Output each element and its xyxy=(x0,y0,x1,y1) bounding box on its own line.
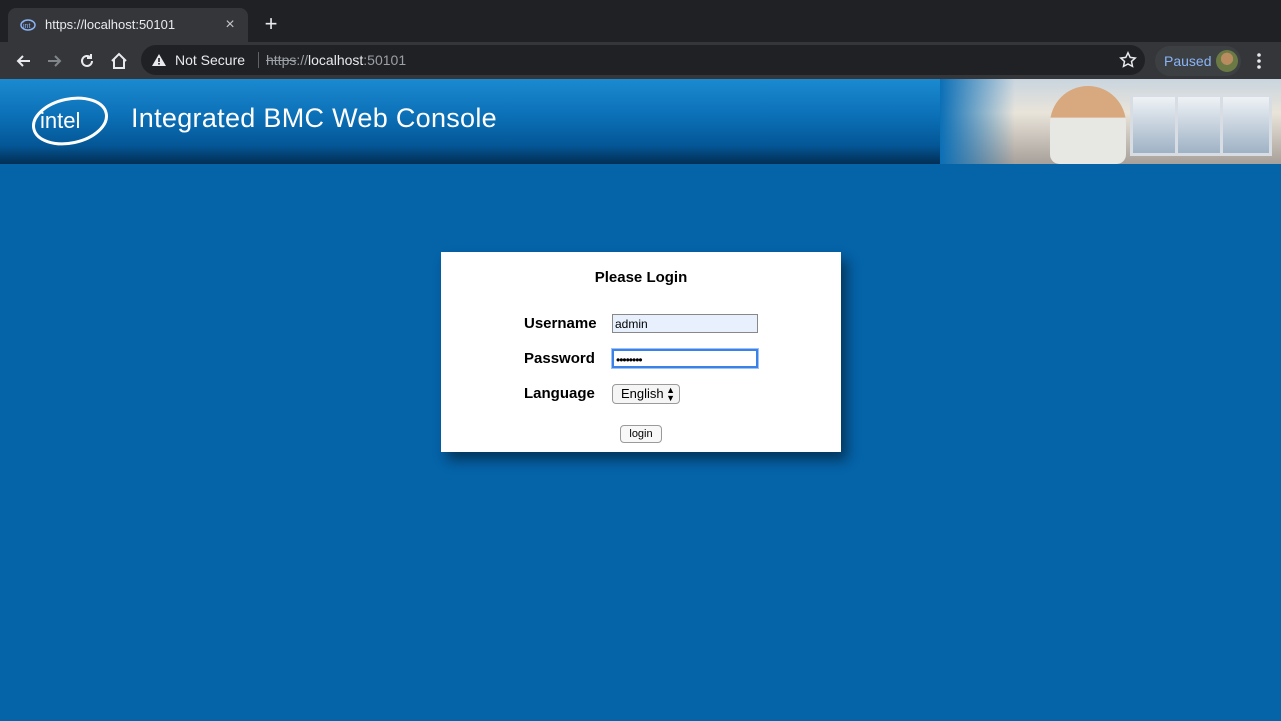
url-host: localhost xyxy=(308,52,364,68)
banner-photo-person xyxy=(1050,86,1126,164)
intel-logo: intel xyxy=(32,96,108,146)
forward-arrow-icon xyxy=(48,55,62,67)
back-arrow-icon xyxy=(16,55,30,67)
tab-close-icon[interactable]: × xyxy=(218,13,242,37)
home-button[interactable] xyxy=(105,47,133,75)
url-separator: :// xyxy=(296,52,309,68)
select-arrows-icon: ▲ ▼ xyxy=(666,385,675,403)
new-tab-button[interactable]: + xyxy=(257,11,285,39)
omnibox-divider xyxy=(258,52,259,68)
url-scheme: https xyxy=(266,52,297,68)
username-field[interactable]: admin xyxy=(612,314,758,333)
browser-tab[interactable]: int https://localhost:50101 × xyxy=(8,8,248,42)
address-bar[interactable]: Not Secure https://localhost:50101 xyxy=(141,45,1145,75)
language-label: Language xyxy=(524,385,595,402)
home-icon xyxy=(111,52,127,69)
reload-icon xyxy=(81,54,93,67)
svg-text:int: int xyxy=(23,23,30,30)
profile-status: Paused xyxy=(1164,53,1212,69)
login-panel: Please Login Username admin Password •••… xyxy=(441,252,841,452)
login-button[interactable]: login xyxy=(620,425,662,443)
warning-icon[interactable] xyxy=(151,53,167,67)
reload-button[interactable] xyxy=(73,47,101,75)
language-select[interactable]: English ▲ ▼ xyxy=(612,384,680,404)
banner-photo-monitor xyxy=(1220,94,1272,156)
url-port: :50101 xyxy=(363,52,407,68)
profile-button[interactable]: Paused xyxy=(1155,46,1241,76)
login-heading: Please Login xyxy=(594,269,688,286)
bookmark-star-icon[interactable] xyxy=(1119,51,1137,69)
avatar xyxy=(1216,50,1238,72)
forward-button[interactable] xyxy=(41,47,69,75)
browser-toolbar: Not Secure https://localhost:50101 Pause… xyxy=(0,42,1281,79)
password-field[interactable]: •••••••• xyxy=(612,349,758,368)
intel-logo-text: intel xyxy=(40,108,80,133)
language-value: English xyxy=(621,386,664,401)
security-status[interactable]: Not Secure xyxy=(175,52,245,68)
password-label: Password xyxy=(524,350,595,367)
back-button[interactable] xyxy=(9,47,37,75)
tab-title: https://localhost:50101 xyxy=(45,17,176,32)
tab-bar: int https://localhost:50101 × + xyxy=(0,0,1281,42)
url-text[interactable]: https://localhost:50101 xyxy=(266,52,406,68)
intel-favicon-icon: int xyxy=(20,19,36,31)
more-menu-icon[interactable] xyxy=(1249,51,1269,71)
page-title: Integrated BMC Web Console xyxy=(131,103,497,133)
username-label: Username xyxy=(524,315,597,332)
